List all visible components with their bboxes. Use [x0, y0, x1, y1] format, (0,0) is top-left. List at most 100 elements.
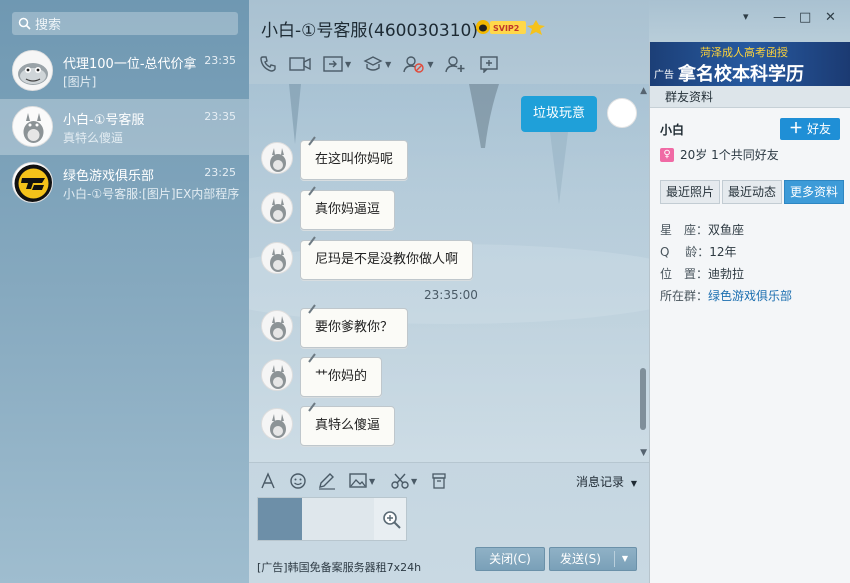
info-key: 所在群： — [660, 289, 709, 303]
share-screen-button[interactable]: ▼ — [323, 55, 351, 73]
font-icon — [261, 472, 275, 489]
conversation-preview: 小白-①号客服:[图片]EX内部程序 — [63, 187, 239, 201]
chevron-down-icon: ▼ — [385, 59, 392, 69]
video-call-button[interactable] — [289, 55, 311, 73]
camera-icon — [289, 57, 311, 71]
chat-window: 小白-①号客服(460030310) SVIP2 ▼ ▼ ▼ 垃圾玩意 在这叫你… — [249, 0, 649, 583]
conversation-preview: [图片] — [63, 75, 97, 89]
conversation-preview: 真特么傻逼 — [63, 131, 124, 145]
add-friend-label: 好友 — [806, 122, 831, 136]
conversation-time: 23:25 — [204, 166, 236, 179]
profile-name: 小白 — [660, 123, 685, 137]
maximize-icon[interactable]: □ — [799, 10, 811, 25]
archive-icon — [432, 473, 446, 489]
fish-avatar — [12, 50, 53, 91]
message-bubble: 尼玛是不是没教你做人啊 — [300, 240, 474, 280]
info-key: 位 置： — [660, 267, 709, 281]
svip-badge-icon: SVIP2 — [476, 20, 545, 35]
close-button[interactable]: 关闭(C) — [475, 547, 545, 571]
add-friend-button[interactable]: ＋好友 — [780, 118, 840, 140]
archive-button[interactable] — [431, 472, 447, 490]
attached-screenshot-thumbnail[interactable] — [257, 497, 407, 541]
chevron-down-icon: ▼ — [427, 59, 434, 69]
plus-box-icon — [480, 56, 499, 73]
close-icon[interactable]: ✕ — [825, 10, 836, 25]
chat-toolbar: ▼ ▼ ▼ — [259, 52, 511, 76]
female-icon: ♀ — [660, 147, 674, 162]
conversation-time: 23:35 — [204, 54, 236, 67]
chevron-down-icon[interactable]: ▾ — [743, 10, 749, 23]
ad-link[interactable]: [广告]韩国免备案服务器租7x24h — [257, 559, 421, 575]
info-value: 迪勃拉 — [708, 267, 745, 281]
message-history-button[interactable]: 消息记录 ▼ — [576, 473, 637, 490]
group-member-info-tab[interactable]: 群友资料 — [650, 86, 850, 108]
tab-recent-activity[interactable]: 最近动态 — [722, 180, 783, 204]
self-avatar — [607, 98, 637, 128]
info-key: Q 龄： — [660, 245, 710, 259]
svip-badge-text: SVIP2 — [493, 24, 519, 33]
send-button[interactable]: 发送(S) ▼ — [549, 547, 637, 571]
ad-banner-line2: 拿名校本科学历 — [678, 64, 804, 85]
chevron-down-icon: ▼ — [345, 59, 352, 69]
plus-icon: ＋ — [788, 121, 803, 137]
message-area[interactable]: 垃圾玩意 在这叫你妈呢 真你妈逼逗 尼玛是不是没教你做人啊 23:35:00 要… — [249, 84, 649, 462]
paperclip-icon — [308, 236, 316, 246]
conversation-name: 代理100一位-总代价拿 — [63, 57, 197, 72]
game-logo-avatar — [12, 162, 53, 203]
sender-avatar — [261, 359, 293, 391]
screenshot-button[interactable]: ▼ — [391, 472, 417, 490]
sender-avatar — [261, 142, 293, 174]
profile-tabs: 最近照片 最近动态 更多资料 — [660, 180, 846, 204]
emoji-button[interactable] — [289, 472, 307, 490]
conversation-item[interactable]: 代理100一位-总代价拿 [图片] 23:35 — [0, 43, 249, 99]
paperclip-icon — [308, 136, 316, 146]
remote-assist-button[interactable]: ▼ — [363, 55, 391, 73]
user-block-icon — [403, 56, 425, 73]
group-link[interactable]: 绿色游戏俱乐部 — [708, 289, 792, 303]
search-placeholder: 搜索 — [35, 18, 62, 33]
chevron-down-icon: ▼ — [369, 476, 376, 486]
minimize-icon[interactable]: — — [773, 10, 786, 25]
info-group: 所在群：绿色游戏俱乐部 — [660, 287, 792, 304]
window-controls: ▾ — □ ✕ — [649, 0, 850, 42]
conversation-name: 绿色游戏俱乐部 — [63, 169, 155, 184]
scrollbar-thumb[interactable] — [640, 368, 646, 430]
tab-recent-photos[interactable]: 最近照片 — [660, 180, 721, 204]
smiley-icon — [290, 473, 306, 489]
chevron-down-icon: ▼ — [411, 476, 418, 486]
share-screen-icon — [323, 56, 343, 72]
send-options-chevron-icon[interactable]: ▼ — [622, 548, 628, 570]
search-icon — [18, 17, 31, 30]
image-icon — [349, 473, 367, 488]
chat-title: 小白-①号客服(460030310) — [261, 21, 478, 41]
message-history-label: 消息记录 — [576, 475, 625, 489]
conversation-item-active[interactable]: 小白-①号客服 真特么傻逼 23:35 — [0, 99, 249, 155]
font-button[interactable] — [259, 472, 277, 490]
remote-icon — [363, 56, 383, 71]
add-member-button[interactable] — [445, 55, 467, 73]
more-apps-button[interactable] — [479, 55, 499, 73]
sender-avatar — [261, 310, 293, 342]
scroll-down-icon[interactable]: ▼ — [640, 448, 647, 458]
voice-call-button[interactable] — [259, 55, 277, 73]
zoom-in-icon[interactable] — [382, 510, 402, 530]
screenshot-preview — [258, 498, 374, 540]
tab-more-info[interactable]: 更多资料 — [784, 180, 845, 204]
ad-tag: 广告 — [654, 70, 674, 81]
sender-avatar — [261, 242, 293, 274]
pen-icon — [319, 473, 335, 490]
image-button[interactable]: ▼ — [349, 472, 375, 490]
search-box[interactable]: 搜索 — [12, 12, 238, 35]
paperclip-icon — [308, 353, 316, 363]
scroll-up-icon[interactable]: ▲ — [640, 86, 647, 96]
conversation-name: 小白-①号客服 — [63, 113, 145, 128]
conversation-time: 23:35 — [204, 110, 236, 123]
doodle-button[interactable] — [317, 472, 337, 490]
ad-banner[interactable]: 菏泽成人高考函授 拿名校本科学历 广告 — [650, 42, 850, 86]
block-user-button[interactable]: ▼ — [403, 55, 433, 73]
ad-banner-line1: 菏泽成人高考函授 — [700, 46, 788, 59]
conversation-item[interactable]: 绿色游戏俱乐部 小白-①号客服:[图片]EX内部程序 23:25 — [0, 155, 249, 211]
sender-avatar — [261, 408, 293, 440]
paperclip-icon — [308, 304, 316, 314]
totoro-avatar — [12, 106, 53, 147]
